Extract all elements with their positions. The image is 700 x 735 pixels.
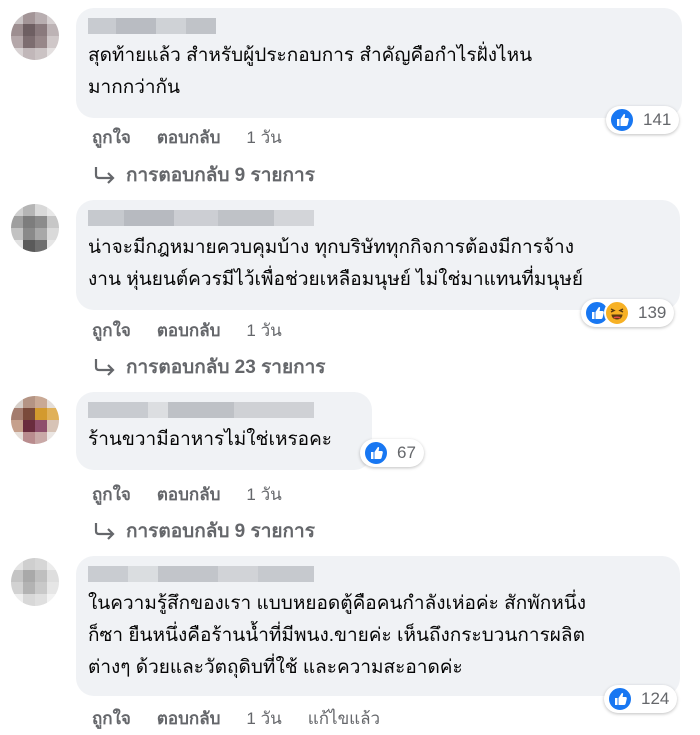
like-icon	[363, 440, 389, 466]
commenter-name-blurred[interactable]	[88, 16, 670, 36]
timestamp[interactable]: 1 วัน	[246, 124, 281, 151]
timestamp[interactable]: 1 วัน	[246, 705, 281, 732]
haha-icon	[604, 300, 630, 326]
view-replies[interactable]: การตอบกลับ 9 รายการ	[94, 160, 315, 190]
view-replies[interactable]: การตอบกลับ 9 รายการ	[94, 516, 315, 546]
reply-arrow-icon	[94, 167, 115, 184]
reaction-count: 67	[397, 443, 416, 462]
commenter-name-blurred[interactable]	[88, 400, 360, 420]
avatar[interactable]	[11, 558, 59, 606]
edited-label: แก้ไขแล้ว	[307, 709, 381, 728]
reply-arrow-icon	[94, 523, 115, 540]
reaction-summary[interactable]: 139	[581, 299, 675, 327]
replies-count-label: การตอบกลับ 23 รายการ	[126, 357, 326, 378]
reply-link[interactable]: ตอบกลับ	[157, 317, 221, 344]
like-link[interactable]: ถูกใจ	[92, 705, 131, 732]
avatar[interactable]	[11, 12, 59, 60]
comment-actions: ถูกใจ ตอบกลับ 1 วัน แก้ไขแล้ว	[92, 705, 380, 732]
avatar[interactable]	[11, 396, 59, 444]
comment-text: ในความรู้สึกของเรา แบบหยอดตู้คือคนกำลังเ…	[88, 593, 587, 678]
reply-link[interactable]: ตอบกลับ	[157, 481, 221, 508]
view-replies[interactable]: การตอบกลับ 23 รายการ	[94, 352, 325, 382]
replies-count-label: การตอบกลับ 9 รายการ	[126, 165, 315, 186]
like-link[interactable]: ถูกใจ	[92, 317, 131, 344]
like-icon	[609, 107, 635, 133]
comment-text: สุดท้ายแล้ว สำหรับผู้ประกอบการ สำคัญคือก…	[88, 45, 533, 98]
reaction-count: 141	[643, 110, 672, 129]
reaction-summary[interactable]: 141	[606, 106, 680, 134]
comment-text: ร้านขวามีอาหารไม่ใช่เหรอคะ	[88, 429, 332, 450]
reply-link[interactable]: ตอบกลับ	[157, 705, 221, 732]
reaction-summary[interactable]: 67	[360, 439, 424, 467]
like-link[interactable]: ถูกใจ	[92, 124, 131, 151]
reply-link[interactable]: ตอบกลับ	[157, 124, 221, 151]
avatar[interactable]	[11, 204, 59, 252]
commenter-name-blurred[interactable]	[88, 564, 668, 584]
like-link[interactable]: ถูกใจ	[92, 481, 131, 508]
comment-text: น่าจะมีกฎหมายควบคุมบ้าง ทุกบริษัททุกกิจก…	[88, 237, 584, 290]
reply-arrow-icon	[94, 359, 115, 376]
timestamp[interactable]: 1 วัน	[246, 481, 281, 508]
reaction-count: 124	[641, 689, 670, 708]
comment-actions: ถูกใจ ตอบกลับ 1 วัน	[92, 317, 308, 344]
timestamp[interactable]: 1 วัน	[246, 317, 281, 344]
like-icon	[607, 686, 633, 712]
commenter-name-blurred[interactable]	[88, 208, 668, 228]
comment-bubble: ร้านขวามีอาหารไม่ใช่เหรอคะ	[76, 392, 372, 470]
comment-actions: ถูกใจ ตอบกลับ 1 วัน	[92, 124, 308, 151]
comment-bubble: ในความรู้สึกของเรา แบบหยอดตู้คือคนกำลังเ…	[76, 556, 680, 696]
replies-count-label: การตอบกลับ 9 รายการ	[126, 521, 315, 542]
reaction-summary[interactable]: 124	[604, 685, 678, 713]
reaction-count: 139	[638, 303, 667, 322]
comment-actions: ถูกใจ ตอบกลับ 1 วัน	[92, 481, 308, 508]
comment-bubble: สุดท้ายแล้ว สำหรับผู้ประกอบการ สำคัญคือก…	[76, 8, 682, 118]
comment-bubble: น่าจะมีกฎหมายควบคุมบ้าง ทุกบริษัททุกกิจก…	[76, 200, 680, 310]
